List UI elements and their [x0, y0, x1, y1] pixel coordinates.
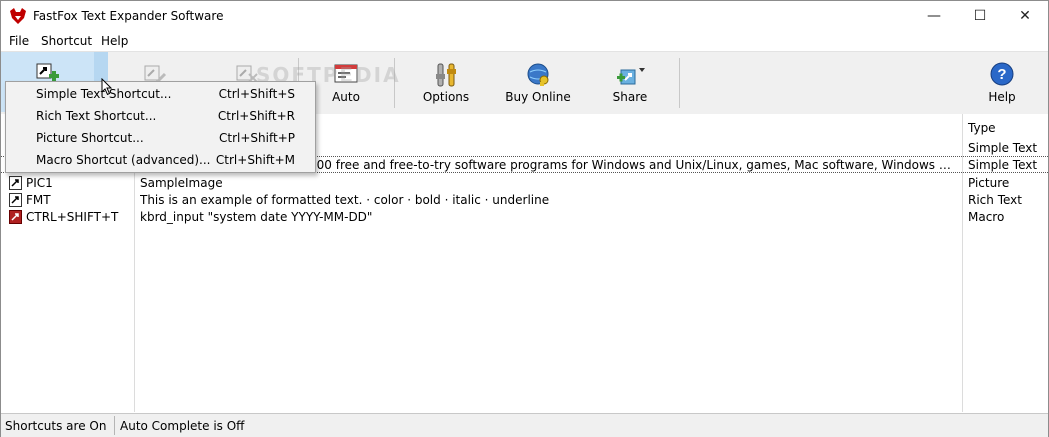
minimize-button[interactable]: — [911, 1, 957, 31]
share-label: Share [612, 90, 648, 104]
globe-key-icon [527, 63, 549, 86]
maximize-button[interactable]: ☐ [957, 1, 1003, 31]
row-type: Macro [968, 210, 1005, 224]
row-type: Simple Text [968, 158, 1038, 172]
column-header-type[interactable]: Type [968, 121, 996, 135]
menu-item-simple-text[interactable]: Simple Text Shortcut... Ctrl+Shift+S [6, 83, 315, 105]
close-button[interactable]: ✕ [1002, 1, 1048, 31]
menu-item-macro[interactable]: Macro Shortcut (advanced)... Ctrl+Shift+… [6, 149, 315, 171]
row-text: 000 free and free-to-try software progra… [309, 158, 957, 172]
app-window: FastFox Text Expander Software — ☐ ✕ Fil… [0, 0, 1049, 437]
options-label: Options [422, 90, 470, 104]
row-type: Picture [968, 176, 1010, 190]
menu-file[interactable]: File [9, 34, 29, 48]
table-row[interactable]: PIC1 SampleImage Picture [1, 175, 1048, 192]
menu-item-accelerator: Ctrl+Shift+S [218, 87, 295, 101]
menu-item-rich-text[interactable]: Rich Text Shortcut... Ctrl+Shift+R [6, 105, 315, 127]
menu-item-label: Picture Shortcut... [36, 131, 144, 145]
menu-item-label: Macro Shortcut (advanced)... [36, 153, 211, 167]
menu-item-accelerator: Ctrl+Shift+P [219, 131, 295, 145]
new-shortcut-dropdown-menu: Simple Text Shortcut... Ctrl+Shift+S Ric… [5, 81, 316, 173]
menu-bar: File Shortcut Help [1, 31, 1048, 51]
status-shortcuts: Shortcuts are On [5, 419, 107, 433]
menu-item-accelerator: Ctrl+Shift+M [215, 153, 295, 167]
help-label: Help [988, 90, 1016, 104]
menu-help[interactable]: Help [101, 34, 128, 48]
macro-shortcut-icon [9, 210, 22, 224]
status-bar: Shortcuts are On Auto Complete is Off [1, 413, 1048, 437]
table-row[interactable]: CTRL+SHIFT+T kbrd_input "system date YYY… [1, 209, 1048, 226]
menu-shortcut[interactable]: Shortcut [41, 34, 92, 48]
row-shortcut: CTRL+SHIFT+T [26, 210, 119, 224]
row-type: Simple Text [968, 141, 1038, 155]
row-shortcut: FMT [26, 193, 51, 207]
picture-shortcut-icon [9, 176, 22, 190]
buy-online-button[interactable]: Buy Online [501, 52, 575, 112]
toolbar-separator [679, 58, 680, 108]
status-autocomplete: Auto Complete is Off [120, 419, 245, 433]
options-button[interactable]: Options [411, 52, 481, 112]
row-shortcut: PIC1 [26, 176, 53, 190]
auto-label: Auto [332, 90, 360, 104]
help-icon: ? [990, 62, 1014, 86]
help-button[interactable]: ? Help [976, 52, 1028, 112]
status-divider [114, 416, 115, 435]
menu-item-picture[interactable]: Picture Shortcut... Ctrl+Shift+P [6, 127, 315, 149]
menu-item-accelerator: Ctrl+Shift+R [217, 109, 295, 123]
row-text: This is an example of formatted text. · … [140, 193, 550, 207]
row-text: kbrd_input "system date YYYY-MM-DD" [140, 210, 373, 224]
table-row[interactable]: FMT This is an example of formatted text… [1, 192, 1048, 209]
row-type: Rich Text [968, 193, 1022, 207]
share-icon [617, 68, 645, 85]
rich-text-shortcut-icon [9, 193, 22, 207]
row-text: SampleImage [140, 176, 223, 190]
svg-text:?: ? [997, 66, 1006, 83]
fox-logo-icon [10, 8, 26, 24]
mouse-cursor-icon [101, 78, 113, 96]
window-title: FastFox Text Expander Software [33, 9, 224, 23]
share-button[interactable]: Share [599, 52, 661, 112]
menu-item-label: Rich Text Shortcut... [36, 109, 157, 123]
title-bar: FastFox Text Expander Software — ☐ ✕ [1, 1, 1048, 31]
buy-online-label: Buy Online [505, 90, 571, 104]
options-icon [436, 63, 456, 87]
